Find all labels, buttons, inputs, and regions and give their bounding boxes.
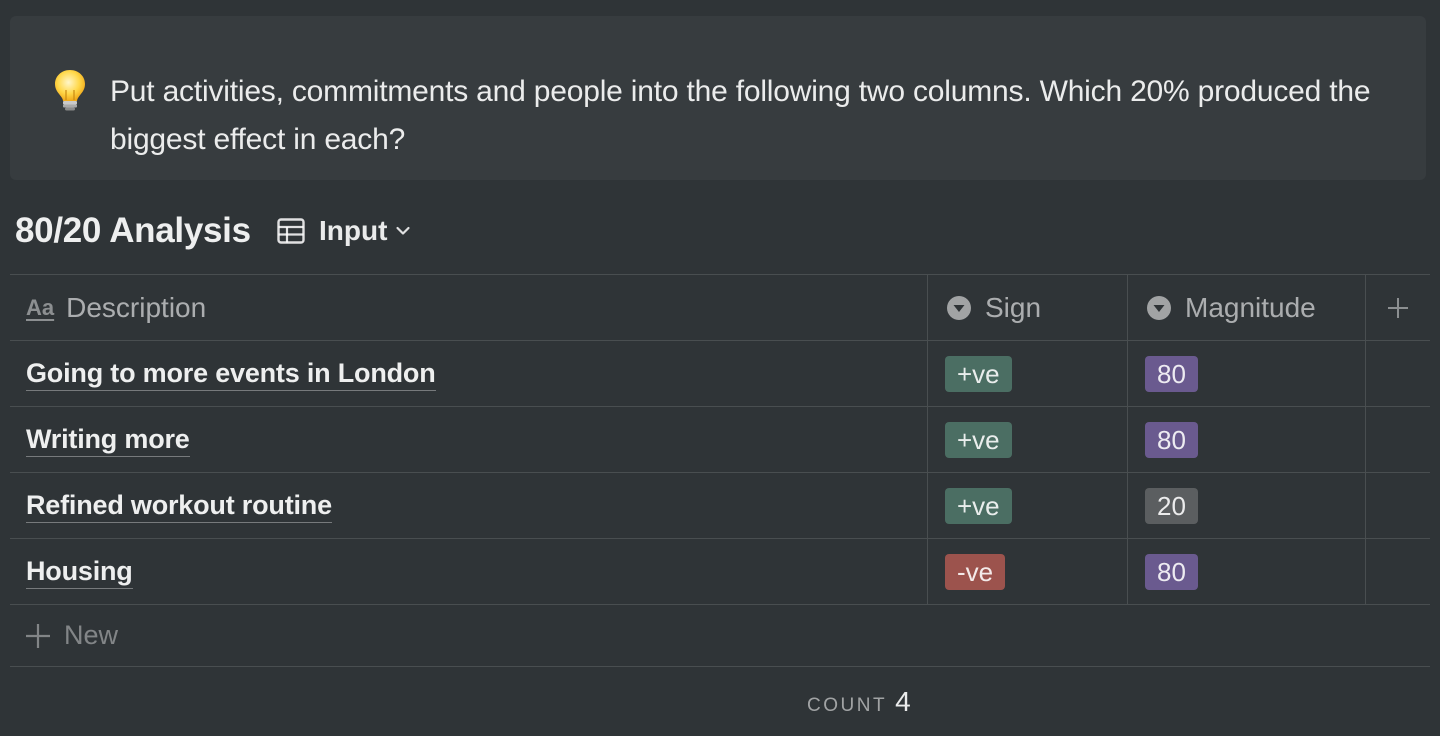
new-row-button[interactable]: New [10, 604, 1430, 667]
select-property-icon [947, 295, 971, 320]
plus-icon [26, 623, 50, 648]
column-header-magnitude[interactable]: Magnitude [1127, 275, 1365, 340]
row-title[interactable]: Writing more [26, 423, 190, 457]
magnitude-tag: 80 [1145, 355, 1198, 392]
row-title[interactable]: Going to more events in London [26, 357, 436, 391]
magnitude-tag: 20 [1145, 487, 1198, 524]
column-header-label: Sign [985, 291, 1042, 323]
description-cell[interactable]: Going to more events in London [10, 341, 927, 406]
lightbulb-icon [55, 70, 85, 111]
count-label: COUNT [807, 695, 888, 716]
select-property-icon [1147, 295, 1171, 320]
sign-cell[interactable]: +ve [927, 407, 1127, 472]
magnitude-cell[interactable]: 20 [1127, 473, 1365, 538]
column-header-description[interactable]: Aa Description [10, 275, 927, 340]
new-row-label: New [64, 620, 119, 650]
magnitude-cell[interactable]: 80 [1127, 407, 1365, 472]
empty-cell [1365, 341, 1430, 406]
sign-cell[interactable]: +ve [927, 341, 1127, 406]
description-cell[interactable]: Refined workout routine [10, 473, 927, 538]
sign-tag: +ve [945, 487, 1012, 524]
table-row[interactable]: Refined workout routine +ve 20 [10, 472, 1430, 538]
table-row[interactable]: Writing more +ve 80 [10, 406, 1430, 472]
table-header-row: Aa Description Sign Magnitude [10, 274, 1430, 340]
table-row[interactable]: Going to more events in London +ve 80 [10, 340, 1430, 406]
sign-tag: -ve [945, 553, 1006, 590]
view-label: Input [319, 215, 388, 246]
page: Put activities, commitments and people i… [0, 0, 1440, 736]
empty-cell [1365, 539, 1430, 604]
magnitude-tag: 80 [1145, 421, 1198, 458]
count-value: 4 [895, 686, 911, 717]
chevron-down-icon [396, 226, 411, 235]
database-title[interactable]: 80/20 Analysis [15, 209, 251, 253]
sign-tag: +ve [945, 355, 1012, 392]
view-selector[interactable]: Input [276, 212, 411, 250]
column-header-label: Magnitude [1185, 291, 1316, 323]
row-title[interactable]: Housing [26, 555, 133, 589]
sign-cell[interactable]: -ve [927, 539, 1127, 604]
add-property-button[interactable] [1365, 275, 1430, 340]
count-calculation[interactable]: COUNT 4 [807, 686, 911, 718]
table-icon [277, 218, 305, 244]
sign-cell[interactable]: +ve [927, 473, 1127, 538]
column-header-sign[interactable]: Sign [927, 275, 1127, 340]
description-cell[interactable]: Housing [10, 539, 927, 604]
database-table: Aa Description Sign Magnitude Going to m… [10, 274, 1430, 667]
plus-icon [1388, 297, 1408, 318]
magnitude-cell[interactable]: 80 [1127, 539, 1365, 604]
callout-text: Put activities, commitments and people i… [110, 75, 1371, 156]
table-row[interactable]: Housing -ve 80 [10, 538, 1430, 604]
empty-cell [1365, 407, 1430, 472]
magnitude-cell[interactable]: 80 [1127, 341, 1365, 406]
empty-cell [1365, 473, 1430, 538]
text-property-icon: Aa [26, 294, 55, 320]
magnitude-tag: 80 [1145, 553, 1198, 590]
callout-block: Put activities, commitments and people i… [10, 16, 1426, 180]
description-cell[interactable]: Writing more [10, 407, 927, 472]
row-title[interactable]: Refined workout routine [26, 489, 332, 523]
sign-tag: +ve [945, 421, 1012, 458]
column-header-label: Description [66, 291, 207, 323]
